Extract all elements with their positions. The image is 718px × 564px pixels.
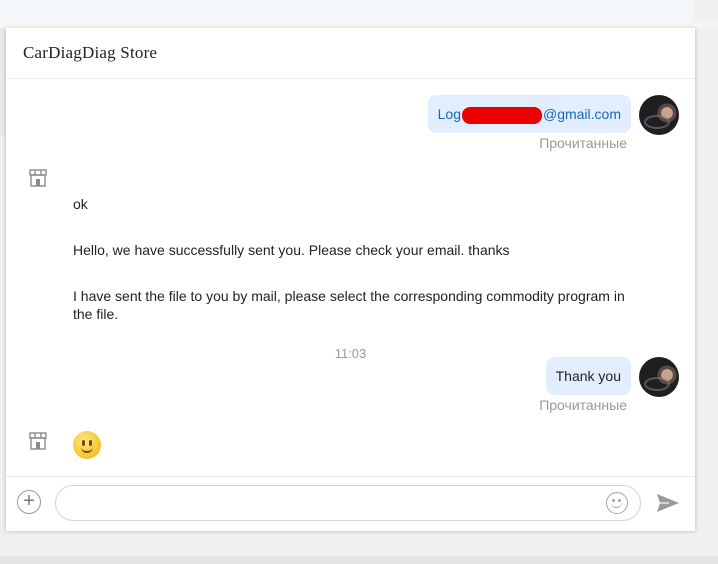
store-message-sent: Hello, we have successfully sent you. Pl… bbox=[73, 242, 510, 258]
chat-window: CarDiagDiag Store Log @gmail.com Прочитан… bbox=[6, 28, 695, 531]
thanks-bubble: Thank you bbox=[545, 357, 631, 395]
chat-header: CarDiagDiag Store bbox=[6, 28, 695, 79]
smiley-emoji-icon bbox=[73, 431, 101, 459]
store-icon bbox=[29, 432, 47, 450]
emoji-picker-icon[interactable] bbox=[606, 492, 628, 514]
store-icon bbox=[29, 169, 47, 187]
add-attachment-button[interactable]: + bbox=[17, 490, 41, 514]
user-avatar[interactable] bbox=[639, 357, 679, 397]
outgoing-message: Thank you Прочитанные bbox=[429, 357, 679, 415]
user-avatar[interactable] bbox=[639, 95, 679, 135]
redaction-mark bbox=[461, 106, 542, 124]
background-top bbox=[0, 0, 694, 20]
email-suffix: @gmail.com bbox=[542, 106, 621, 122]
email-bubble: Log @gmail.com bbox=[427, 95, 631, 133]
read-status: Прочитанные bbox=[539, 397, 627, 413]
background-strip bbox=[0, 20, 718, 28]
message-composer: + bbox=[6, 476, 695, 531]
store-title: CarDiagDiag Store bbox=[23, 43, 158, 62]
message-input[interactable] bbox=[55, 485, 641, 521]
message-list[interactable]: Log @gmail.com Прочитанные ok Hello, we h… bbox=[6, 79, 695, 476]
send-icon[interactable] bbox=[656, 493, 680, 513]
outgoing-message: Log @gmail.com Прочитанные bbox=[427, 95, 679, 153]
store-message-file: I have sent the file to you by mail, ple… bbox=[73, 288, 625, 322]
bottom-divider bbox=[0, 556, 718, 564]
store-message-ok: ok bbox=[73, 196, 88, 212]
read-status: Прочитанные bbox=[539, 135, 627, 151]
email-prefix: Log bbox=[437, 106, 461, 122]
